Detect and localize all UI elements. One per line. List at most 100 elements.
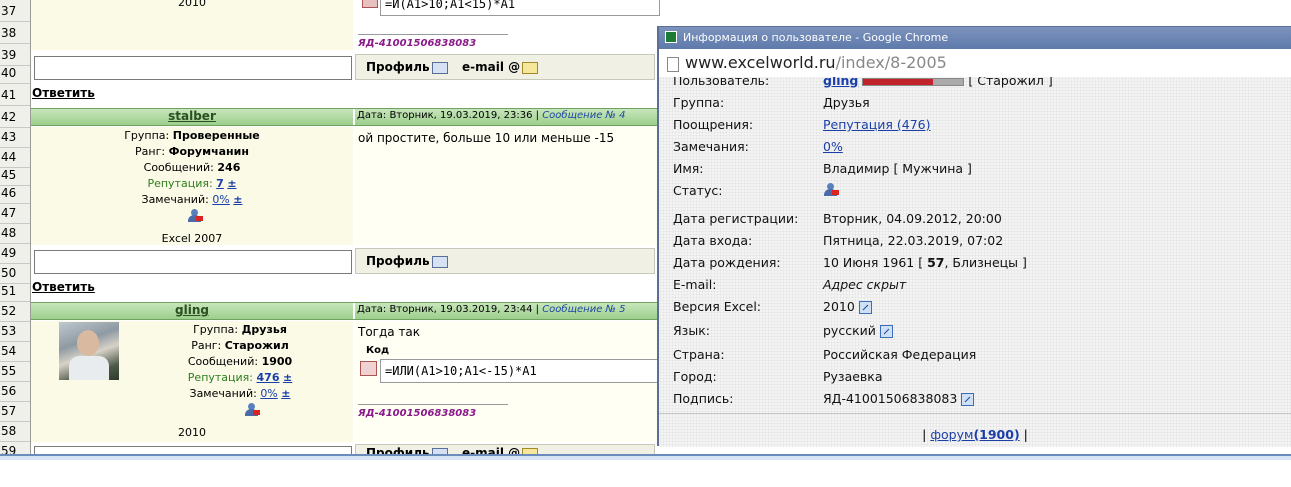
- info-row-rewards: Поощрения: Репутация (476): [673, 117, 931, 132]
- reputation-vote-button[interactable]: ±: [227, 177, 236, 190]
- row-number[interactable]: 55: [0, 360, 30, 382]
- reputation-vote-button[interactable]: ±: [283, 371, 292, 384]
- info-row-language: Язык: русский: [673, 323, 1273, 343]
- blank-area: [0, 460, 1291, 487]
- profile-link[interactable]: Профиль: [366, 254, 448, 268]
- reputation-bar: [862, 77, 965, 86]
- info-row-signature: Подпись: ЯД-41001506838083: [673, 391, 1273, 411]
- info-row-last-visit: Дата входа: Пятница, 22.03.2019, 07:02: [673, 233, 1004, 248]
- user-group: Группа: Друзья: [193, 323, 287, 336]
- row-number[interactable]: 40: [0, 62, 30, 84]
- reply-link[interactable]: Ответить: [32, 280, 95, 294]
- user-status-icon: [187, 209, 203, 223]
- row-number[interactable]: 42: [0, 106, 30, 128]
- info-row-user: Пользователь: gling[ Старожил ]: [673, 77, 1273, 93]
- user-info-popup-window[interactable]: Информация о пользователе - Google Chrom…: [657, 26, 1291, 447]
- row-header-column: 37 38 39 40 41 42 43 44 45 46 47 48 49 5…: [0, 0, 31, 462]
- footer-divider: [659, 413, 1291, 414]
- row-number[interactable]: 52: [0, 300, 30, 322]
- post-message-text: ой простите, больше 10 или меньше -15: [358, 131, 615, 145]
- username-link[interactable]: gling: [31, 303, 353, 317]
- row-number[interactable]: 37: [0, 0, 30, 22]
- user-info-body: Пользователь: gling[ Старожил ] Группа: Д…: [659, 77, 1291, 447]
- row-number[interactable]: 38: [0, 22, 30, 44]
- post-message-text: Тогда так: [358, 325, 421, 339]
- user-message-count: Сообщений: 246: [143, 161, 241, 174]
- header-separator: [353, 303, 355, 319]
- info-row-name: Имя: Владимир [ Мужчина ]: [673, 161, 972, 176]
- code-label: Код: [366, 345, 390, 356]
- reputation-link[interactable]: Репутация (476): [823, 117, 930, 132]
- excel-version: 2010: [178, 426, 206, 439]
- remarks-link[interactable]: 0%: [260, 387, 277, 400]
- user-rank: Ранг: Старожил: [191, 339, 289, 352]
- user-status-icon: [823, 183, 839, 197]
- profile-bar: Профиль: [355, 248, 655, 274]
- signature-divider: [358, 34, 508, 35]
- info-row-group: Группа: Друзья: [673, 95, 870, 110]
- signature-divider: [358, 404, 508, 405]
- remarks-vote-button[interactable]: ±: [233, 193, 242, 206]
- row-number[interactable]: 53: [0, 320, 30, 342]
- user-remarks: Замечаний: 0% ±: [189, 387, 291, 400]
- profile-bar: Профиль e-mail @: [355, 54, 655, 80]
- user-message-count: Сообщений: 1900: [187, 355, 293, 368]
- reputation-link[interactable]: 476: [257, 371, 280, 384]
- header-separator: [353, 109, 355, 125]
- info-row-email: E-mail: Адрес скрыт: [673, 277, 907, 292]
- message-number-link[interactable]: Сообщение № 5: [542, 304, 625, 315]
- row-number[interactable]: 54: [0, 340, 30, 362]
- row-number[interactable]: 48: [0, 222, 30, 244]
- email-link[interactable]: e-mail @: [462, 60, 539, 74]
- row-number[interactable]: 57: [0, 400, 30, 422]
- row-number[interactable]: 46: [0, 182, 30, 204]
- row-number[interactable]: 41: [0, 84, 30, 106]
- remarks-link[interactable]: 0%: [823, 139, 843, 154]
- envelope-icon: [522, 61, 539, 74]
- row-number[interactable]: 43: [0, 126, 30, 148]
- info-row-status: Статус:: [673, 183, 1273, 203]
- info-row-city: Город: Рузаевка: [673, 369, 883, 384]
- row-number[interactable]: 51: [0, 280, 30, 302]
- user-reputation: Репутация: 476 ±: [187, 371, 293, 384]
- quick-reply-field[interactable]: [34, 56, 352, 80]
- url-text[interactable]: www.excelworld.ru/index/8-2005: [685, 53, 947, 72]
- code-lang-icon: [360, 361, 377, 376]
- info-row-remarks: Замечания: 0%: [673, 139, 843, 154]
- post-date: Дата: Вторник, 19.03.2019, 23:36 | Сообщ…: [357, 110, 626, 121]
- row-number[interactable]: 56: [0, 380, 30, 402]
- signature-yandex: ЯД-41001506838083: [358, 38, 477, 49]
- excel-version: Excel 2007: [161, 232, 223, 245]
- username-link[interactable]: stalber: [31, 109, 353, 123]
- reply-link[interactable]: Ответить: [32, 86, 95, 100]
- edit-icon[interactable]: [858, 301, 872, 314]
- address-bar[interactable]: www.excelworld.ru/index/8-2005: [659, 49, 1291, 78]
- user-status-icon: [244, 403, 260, 417]
- profile-link[interactable]: Профиль: [366, 60, 448, 74]
- edit-icon[interactable]: [879, 325, 893, 338]
- remarks-vote-button[interactable]: ±: [281, 387, 290, 400]
- code-lang-icon: [362, 0, 378, 8]
- window-titlebar[interactable]: Информация о пользователе - Google Chrom…: [659, 27, 1291, 49]
- forum-posts-link[interactable]: форум(1900): [930, 427, 1019, 442]
- row-number[interactable]: 49: [0, 242, 30, 264]
- reputation-link[interactable]: 7: [216, 177, 224, 190]
- signature-yandex: ЯД-41001506838083: [358, 408, 477, 419]
- info-row-registered: Дата регистрации: Вторник, 04.09.2012, 20…: [673, 211, 1002, 226]
- message-number-link[interactable]: Сообщение № 4: [542, 110, 625, 121]
- quick-reply-field[interactable]: [34, 250, 352, 274]
- edit-icon[interactable]: [961, 393, 975, 406]
- forum-posts-link-row: | форум(1900) |: [922, 427, 1028, 442]
- row-number[interactable]: 58: [0, 420, 30, 442]
- row-number[interactable]: 47: [0, 202, 30, 224]
- profile-card-icon: [431, 61, 448, 74]
- excel-icon: [665, 31, 677, 43]
- user-group: Группа: Проверенные: [124, 129, 260, 142]
- username-link[interactable]: gling: [823, 77, 858, 88]
- excel-version: 2010: [178, 0, 206, 9]
- post-date: Дата: Вторник, 19.03.2019, 23:44 | Сообщ…: [357, 304, 626, 315]
- window-title: Информация о пользователе - Google Chrom…: [683, 31, 949, 44]
- remarks-link[interactable]: 0%: [212, 193, 229, 206]
- page-icon: [667, 57, 679, 72]
- user-rank: Ранг: Форумчанин: [135, 145, 249, 158]
